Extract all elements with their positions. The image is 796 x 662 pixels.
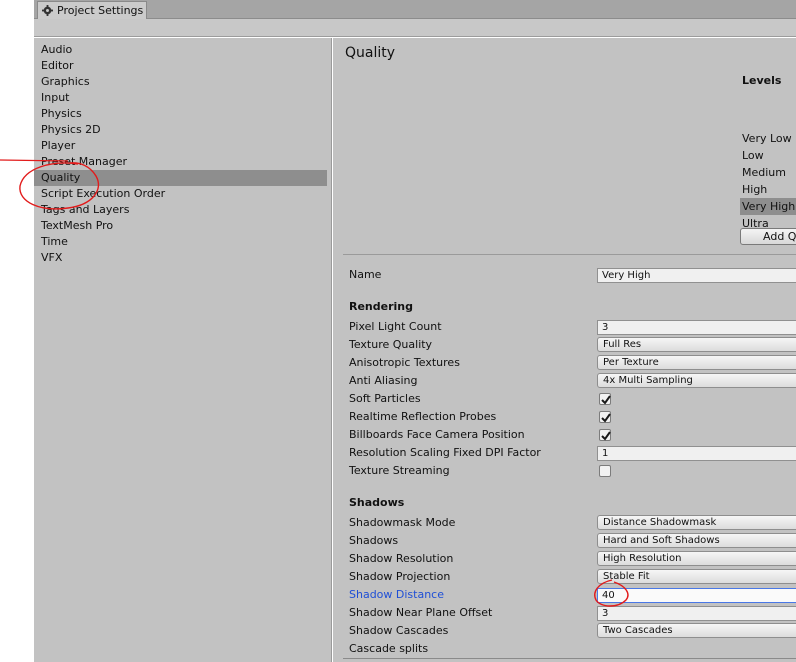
shadows-dropdown[interactable]: Hard and Soft Shadows	[597, 533, 796, 548]
pixel-light-count-label: Pixel Light Count	[349, 320, 442, 333]
sidebar-item-physics-2d[interactable]: Physics 2D	[34, 122, 327, 138]
shadows-label: Shadows	[349, 534, 399, 547]
texture-streaming-checkbox[interactable]	[599, 465, 611, 477]
shadow-projection-label: Shadow Projection	[349, 570, 451, 583]
anti-aliasing-label: Anti Aliasing	[349, 374, 418, 387]
pixel-light-count-field[interactable]: 3	[597, 320, 796, 335]
level-very-low[interactable]: Very Low	[740, 130, 796, 147]
checkmark-icon	[601, 413, 611, 423]
billboards-face-camera-checkbox[interactable]	[599, 429, 611, 441]
sidebar-item-input[interactable]: Input	[34, 90, 327, 106]
sidebar-item-textmesh-pro[interactable]: TextMesh Pro	[34, 218, 327, 234]
shadow-cascades-dropdown[interactable]: Two Cascades	[597, 623, 796, 638]
resolution-scaling-field[interactable]: 1	[597, 446, 796, 461]
shadow-resolution-dropdown[interactable]: High Resolution	[597, 551, 796, 566]
sidebar-item-script-execution-order[interactable]: Script Execution Order	[34, 186, 327, 202]
shadow-distance-label: Shadow Distance	[349, 588, 444, 601]
sidebar-item-physics[interactable]: Physics	[34, 106, 327, 122]
sidebar-item-audio[interactable]: Audio	[34, 42, 327, 58]
level-medium[interactable]: Medium	[740, 164, 796, 181]
level-very-high[interactable]: Very High	[740, 198, 796, 215]
billboards-face-camera-label: Billboards Face Camera Position	[349, 428, 525, 441]
anisotropic-textures-label: Anisotropic Textures	[349, 356, 460, 369]
tab-label: Project Settings	[57, 4, 144, 17]
texture-streaming-label: Texture Streaming	[349, 464, 450, 477]
shadow-distance-field[interactable]: 40	[597, 588, 796, 603]
rendering-header: Rendering	[349, 300, 413, 313]
anti-aliasing-dropdown[interactable]: 4x Multi Sampling	[597, 373, 796, 388]
sidebar-item-graphics[interactable]: Graphics	[34, 74, 327, 90]
sidebar-item-preset-manager[interactable]: Preset Manager	[34, 154, 327, 170]
level-low[interactable]: Low	[740, 147, 796, 164]
shadows-header: Shadows	[349, 496, 405, 509]
shadowmask-mode-label: Shadowmask Mode	[349, 516, 456, 529]
texture-quality-label: Texture Quality	[349, 338, 433, 351]
shadow-resolution-label: Shadow Resolution	[349, 552, 454, 565]
shadow-cascades-label: Shadow Cascades	[349, 624, 449, 637]
name-field[interactable]: Very High	[597, 268, 796, 283]
toolbar	[34, 19, 796, 37]
shadow-near-plane-offset-field[interactable]: 3	[597, 606, 796, 621]
sidebar-item-time[interactable]: Time	[34, 234, 327, 250]
shadow-projection-dropdown[interactable]: Stable Fit	[597, 569, 796, 584]
soft-particles-checkbox[interactable]	[599, 393, 611, 405]
cascade-splits-bar	[343, 658, 796, 659]
sidebar-item-player[interactable]: Player	[34, 138, 327, 154]
settings-sidebar: Audio Editor Graphics Input Physics Phys…	[34, 38, 332, 662]
checkmark-icon	[601, 431, 611, 441]
shadowmask-mode-dropdown[interactable]: Distance Shadowmask	[597, 515, 796, 530]
texture-quality-dropdown[interactable]: Full Res	[597, 337, 796, 352]
section-divider	[343, 254, 796, 255]
soft-particles-label: Soft Particles	[349, 392, 421, 405]
gear-icon	[42, 5, 53, 16]
sidebar-item-vfx[interactable]: VFX	[34, 250, 327, 266]
add-quality-level-button[interactable]: Add Q	[740, 228, 796, 245]
anisotropic-textures-dropdown[interactable]: Per Texture	[597, 355, 796, 370]
tab-project-settings[interactable]: Project Settings	[37, 1, 147, 19]
levels-header: Levels	[742, 74, 782, 87]
sidebar-item-tags-and-layers[interactable]: Tags and Layers	[34, 202, 327, 218]
page-title: Quality	[345, 45, 396, 61]
resolution-scaling-label: Resolution Scaling Fixed DPI Factor	[349, 446, 541, 459]
level-high[interactable]: High	[740, 181, 796, 198]
sidebar-item-quality[interactable]: Quality	[34, 170, 327, 186]
quality-panel: Quality Levels Very Low Low Medium High …	[333, 38, 796, 662]
window-titlebar	[34, 0, 796, 19]
cascade-splits-label: Cascade splits	[349, 642, 429, 655]
name-label: Name	[349, 268, 382, 281]
realtime-reflection-probes-checkbox[interactable]	[599, 411, 611, 423]
shadow-near-plane-offset-label: Shadow Near Plane Offset	[349, 606, 493, 619]
sidebar-item-editor[interactable]: Editor	[34, 58, 327, 74]
checkmark-icon	[601, 395, 611, 405]
realtime-reflection-probes-label: Realtime Reflection Probes	[349, 410, 497, 423]
